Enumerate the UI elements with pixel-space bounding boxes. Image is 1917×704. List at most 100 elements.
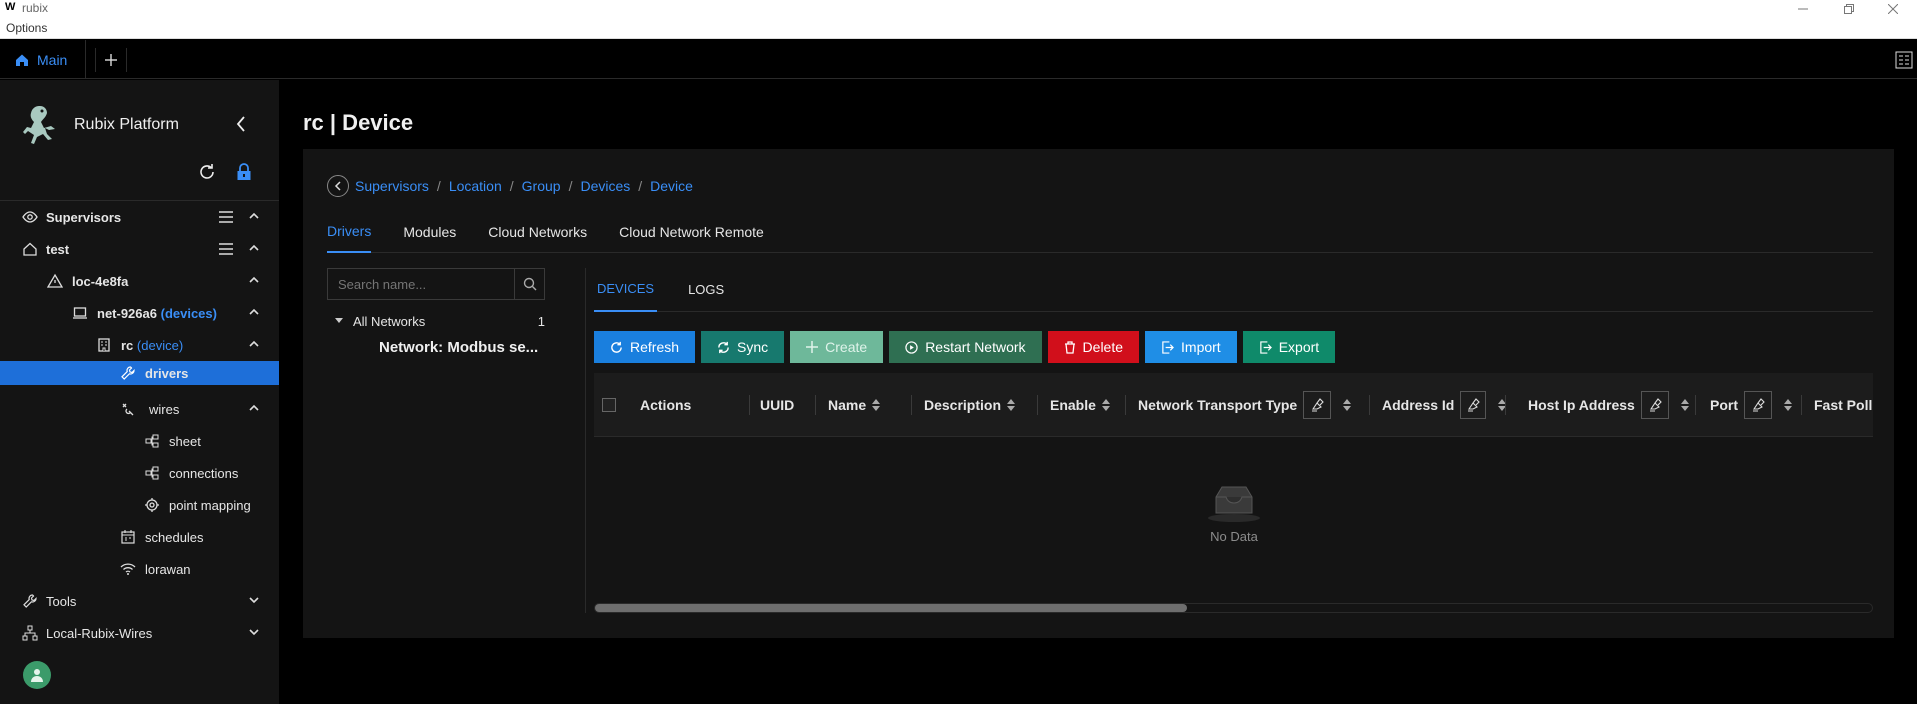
tab-modules[interactable]: Modules	[403, 211, 456, 253]
sidebar-item-connections[interactable]: connections	[0, 457, 279, 489]
lock-icon[interactable]	[236, 162, 252, 182]
column-header-label: Address Id	[1382, 397, 1455, 413]
tab-drivers[interactable]: Drivers	[327, 211, 372, 253]
filter-icon[interactable]	[1460, 391, 1486, 419]
sidebar-item-wires[interactable]: wires	[0, 393, 279, 425]
refresh-button[interactable]: Refresh	[594, 331, 696, 363]
action-toolbar: Refresh Sync Create Restart Network Dele…	[594, 331, 1336, 363]
column-port[interactable]: Port	[1696, 373, 1802, 437]
chevron-down-icon[interactable]	[249, 627, 259, 637]
tab-cloud-network-remote[interactable]: Cloud Network Remote	[619, 211, 764, 253]
sidebar-item-location[interactable]: loc-4e8fa	[0, 265, 279, 297]
sort-icon[interactable]	[1680, 399, 1689, 411]
sidebar-item-schedules[interactable]: schedules	[0, 521, 279, 553]
sort-icon[interactable]	[1007, 399, 1016, 411]
sort-icon[interactable]	[1101, 399, 1110, 411]
menu-icon[interactable]	[218, 209, 234, 225]
breadcrumb-device[interactable]: Device	[650, 178, 693, 194]
checkbox[interactable]	[602, 398, 616, 412]
tab-cloud-networks[interactable]: Cloud Networks	[488, 211, 587, 253]
sidebar-item-drivers[interactable]: drivers	[0, 361, 279, 385]
refresh-icon[interactable]	[197, 162, 217, 182]
sidebar-item-point-mapping[interactable]: point mapping	[0, 489, 279, 521]
sidebar-item-supervisors[interactable]: Supervisors	[0, 201, 279, 233]
filter-icon[interactable]	[1303, 391, 1332, 419]
sidebar-item-label: Local-Rubix-Wires	[46, 625, 153, 641]
tab-main[interactable]: Main	[0, 40, 86, 79]
sidebar-item-label: rc (device)	[121, 337, 184, 353]
select-all-checkbox[interactable]	[602, 373, 640, 437]
grid-layout-icon	[1895, 51, 1913, 69]
restart-network-button[interactable]: Restart Network	[889, 331, 1042, 363]
sort-icon[interactable]	[872, 399, 881, 411]
minimize-button[interactable]	[1788, 0, 1818, 17]
tab-logs[interactable]: LOGS	[685, 268, 727, 312]
sidebar-item-label: drivers	[145, 366, 189, 381]
sidebar-item-label: wires	[149, 401, 180, 417]
horizontal-scrollbar[interactable]	[594, 603, 1873, 613]
tab-devices[interactable]: DEVICES	[594, 268, 658, 312]
search-button[interactable]	[514, 269, 544, 299]
panel-divider	[585, 268, 586, 613]
column-enable[interactable]: Enable	[1038, 373, 1126, 437]
chevron-up-icon[interactable]	[249, 243, 259, 253]
chevron-up-icon[interactable]	[249, 275, 259, 285]
breadcrumb-location[interactable]: Location	[449, 178, 502, 194]
create-button[interactable]: Create	[790, 331, 884, 363]
caret-down-icon[interactable]	[335, 318, 343, 324]
breadcrumb-group[interactable]: Group	[522, 178, 561, 194]
import-button[interactable]: Import	[1145, 331, 1237, 363]
sidebar-item-network[interactable]: net-926a6 (devices)	[0, 297, 279, 329]
sidebar-item-local-rubix-wires[interactable]: Local-Rubix-Wires	[0, 617, 279, 649]
back-button[interactable]	[327, 175, 349, 197]
sheet-icon	[144, 433, 160, 449]
home-icon	[15, 53, 29, 67]
layout-toggle-button[interactable]	[1891, 46, 1917, 73]
filter-icon[interactable]	[1640, 391, 1669, 419]
column-network-transport-type[interactable]: Network Transport Type	[1126, 373, 1370, 437]
column-header-label: Actions	[640, 397, 692, 413]
sidebar-item-device[interactable]: rc (device)	[0, 329, 279, 361]
search-input[interactable]	[328, 269, 514, 299]
export-button[interactable]: Export	[1242, 331, 1336, 363]
sort-icon[interactable]	[1343, 399, 1352, 411]
user-avatar[interactable]	[23, 661, 51, 689]
scrollbar-thumb[interactable]	[595, 604, 1187, 612]
column-header-label: Name	[828, 397, 867, 413]
sidebar-item-lorawan[interactable]: lorawan	[0, 553, 279, 585]
empty-state: No Data	[1194, 483, 1274, 544]
chevron-up-icon[interactable]	[249, 339, 259, 349]
chevron-up-icon[interactable]	[249, 403, 259, 413]
button-label: Sync	[737, 339, 769, 355]
collapse-sidebar-button[interactable]	[236, 116, 246, 132]
tree-node-all-networks[interactable]: All Networks 1	[335, 309, 545, 333]
sort-icon[interactable]	[1784, 399, 1792, 411]
sidebar-item-tools[interactable]: Tools	[0, 585, 279, 617]
column-description[interactable]: Description	[912, 373, 1038, 437]
user-icon	[29, 667, 45, 683]
column-fast-poll-rate[interactable]: Fast Poll Rat	[1802, 373, 1873, 437]
menu-icon[interactable]	[218, 241, 234, 257]
close-window-button[interactable]	[1878, 0, 1908, 17]
breadcrumb-supervisors[interactable]: Supervisors	[355, 178, 429, 194]
chevron-up-icon[interactable]	[249, 211, 259, 221]
trash-icon	[1064, 340, 1075, 354]
delete-button[interactable]: Delete	[1047, 331, 1140, 363]
network-count: 1	[537, 313, 545, 329]
column-address-id[interactable]: Address Id	[1370, 373, 1506, 437]
sidebar-item-test[interactable]: test	[0, 233, 279, 265]
column-name[interactable]: Name	[816, 373, 912, 437]
chevron-down-icon[interactable]	[249, 595, 259, 605]
column-uuid[interactable]: UUID	[750, 373, 816, 437]
sidebar-item-sheet[interactable]: sheet	[0, 425, 279, 457]
tree-node-network[interactable]: Network: Modbus se...	[379, 339, 538, 356]
sync-button[interactable]: Sync	[701, 331, 785, 363]
restore-button[interactable]	[1834, 0, 1864, 17]
breadcrumb-devices[interactable]: Devices	[580, 178, 630, 194]
button-label: Import	[1181, 339, 1221, 355]
add-tab-button[interactable]	[95, 48, 127, 72]
filter-icon[interactable]	[1744, 391, 1772, 419]
column-host-ip-address[interactable]: Host Ip Address	[1506, 373, 1696, 437]
chevron-up-icon[interactable]	[249, 307, 259, 317]
menu-options[interactable]: Options	[6, 21, 47, 35]
